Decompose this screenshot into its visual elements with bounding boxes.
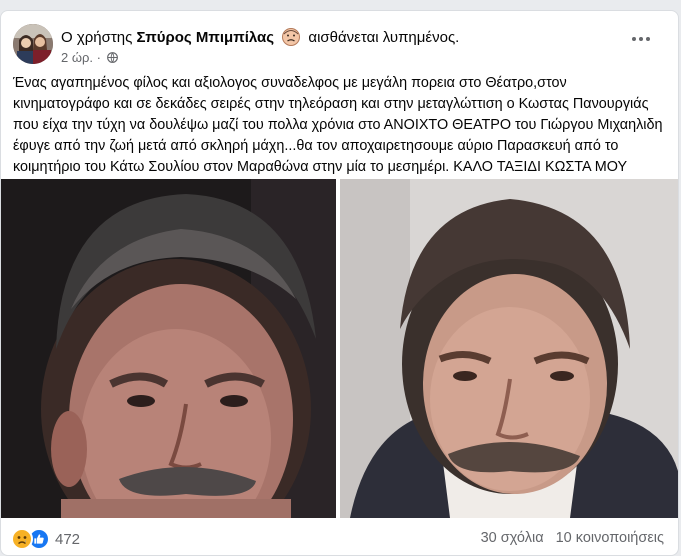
headline-prefix: Ο χρήστης <box>61 29 133 46</box>
post-text-line: που είχα την τύχη να δουλέψω μαζί του πο… <box>13 117 663 133</box>
post-text-line: κινηματογράφο και σε δεκάδες σειρές στην… <box>13 96 649 112</box>
post-text-line: κοιμητήριο του Κάτω Σουλίου στον Μαραθών… <box>13 159 628 175</box>
post-text-line: έφυγε από την ζωή μετά από σκληρή μάχη..… <box>13 138 619 154</box>
post-meta: 2 ώρ. · <box>61 50 118 65</box>
post-header: Ο χρήστης Σπύρος Μπιμπίλας αισθάνεται λυ… <box>1 11 678 71</box>
author-name[interactable]: Σπύρος Μπιμπίλας <box>137 29 275 46</box>
portrait-photo-right <box>340 179 678 518</box>
globe-icon[interactable] <box>106 52 118 63</box>
post-footer: 472 30 σχόλια 10 κοινοποιήσεις <box>1 518 678 555</box>
sad-face-icon <box>282 28 301 46</box>
dot-icon <box>632 37 636 41</box>
reactions-count: 472 <box>55 530 81 548</box>
post-text: Ένας αγαπημένος φίλος και αξιολογος συνα… <box>13 73 663 178</box>
comments-count-link[interactable]: 30 σχόλια <box>481 530 544 546</box>
photo-right[interactable] <box>340 179 678 518</box>
dot-icon <box>639 37 643 41</box>
post-stats: 30 σχόλια 10 κοινοποιήσεις <box>481 530 664 546</box>
shares-count-link[interactable]: 10 κοινοποιήσεις <box>556 530 664 546</box>
feeling-text: αισθάνεται λυπημένος. <box>308 29 460 46</box>
sad-reaction-icon <box>11 528 33 550</box>
post-photos <box>1 179 678 518</box>
avatar-image <box>13 24 53 64</box>
photo-left[interactable] <box>1 179 336 518</box>
post-headline: Ο χρήστης Σπύρος Μπιμπίλας αισθάνεται λυ… <box>61 28 459 46</box>
more-options-button[interactable] <box>628 29 654 49</box>
post-card: Ο χρήστης Σπύρος Μπιμπίλας αισθάνεται λυ… <box>0 10 679 556</box>
post-time[interactable]: 2 ώρ. <box>61 50 93 65</box>
avatar[interactable] <box>13 24 53 64</box>
reactions-summary[interactable]: 472 <box>11 528 80 550</box>
portrait-photo-left <box>1 179 336 518</box>
post-text-line: Ένας αγαπημένος φίλος και αξιολογος συνα… <box>13 75 567 91</box>
dot-icon <box>646 37 650 41</box>
